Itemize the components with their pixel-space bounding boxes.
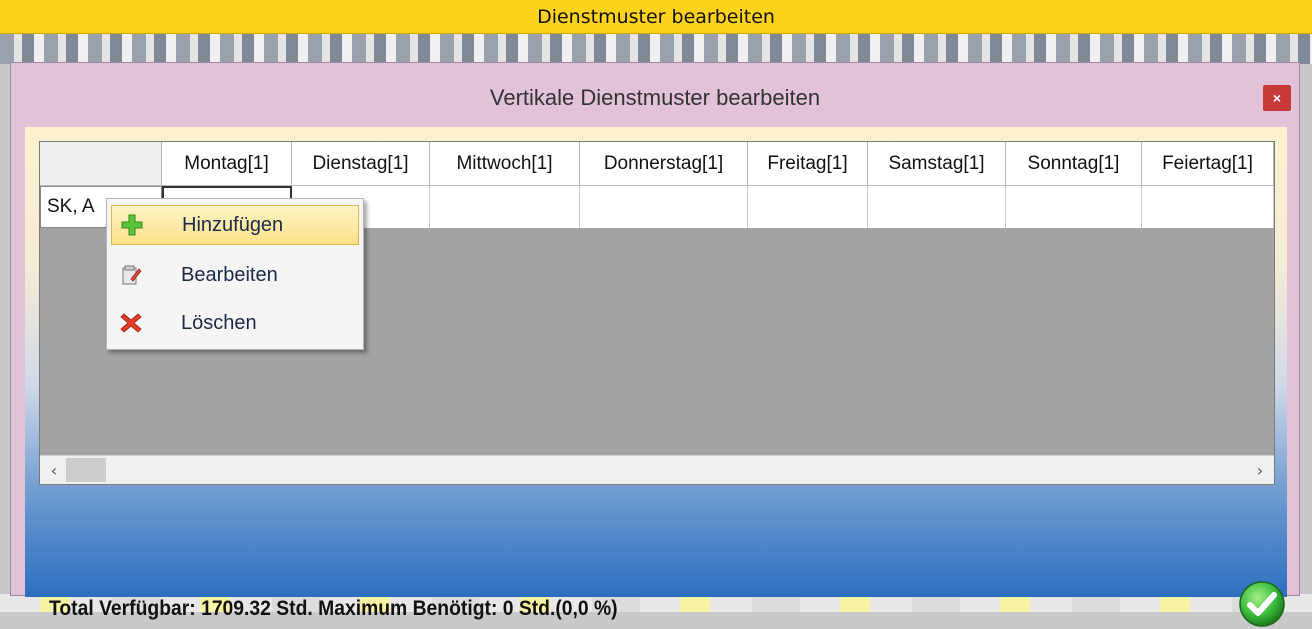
menu-item-edit[interactable]: Bearbeiten (111, 255, 359, 295)
menu-item-add[interactable]: Hinzufügen (111, 205, 359, 245)
delete-icon (111, 312, 151, 334)
context-menu: Hinzufügen Bearbeiten Löschen (106, 198, 364, 350)
background-schedule-strip (0, 34, 1312, 64)
grid-cell-thursday[interactable] (580, 186, 748, 228)
menu-item-add-label: Hinzufügen (182, 213, 284, 236)
horizontal-scrollbar[interactable]: ‹ › (40, 455, 1274, 484)
scroll-left-arrow-icon[interactable]: ‹ (42, 456, 66, 484)
menu-item-delete-label: Löschen (181, 311, 257, 334)
column-header-tuesday[interactable]: Dienstag[1] (292, 142, 430, 186)
grid-corner-cell (40, 142, 162, 186)
close-button[interactable]: × (1263, 85, 1291, 111)
grid-cell-wednesday[interactable] (430, 186, 580, 228)
column-header-monday[interactable]: Montag[1] (162, 142, 292, 186)
column-header-thursday[interactable]: Donnerstag[1] (580, 142, 748, 186)
grid-cell-sunday[interactable] (1006, 186, 1142, 228)
column-header-friday[interactable]: Freitag[1] (748, 142, 868, 186)
column-header-wednesday[interactable]: Mittwoch[1] (430, 142, 580, 186)
edit-icon (111, 264, 151, 286)
window-title: Dienstmuster bearbeiten (0, 0, 1312, 34)
column-header-saturday[interactable]: Samstag[1] (868, 142, 1006, 186)
grid-cell-saturday[interactable] (868, 186, 1006, 228)
scrollbar-thumb[interactable] (66, 458, 106, 482)
confirm-check-icon[interactable] (1237, 579, 1287, 629)
dialog-title: Vertikale Dienstmuster bearbeiten (489, 85, 821, 110)
grid-header-row: Montag[1] Dienstag[1] Mittwoch[1] Donner… (40, 142, 1274, 186)
availability-status: Total Verfügbar: 1709.32 Std. Maximum Be… (49, 597, 618, 620)
column-header-holiday[interactable]: Feiertag[1] (1142, 142, 1274, 186)
window-title-text: Dienstmuster bearbeiten (537, 5, 775, 28)
column-header-sunday[interactable]: Sonntag[1] (1006, 142, 1142, 186)
scroll-right-arrow-icon[interactable]: › (1248, 456, 1272, 484)
menu-item-delete[interactable]: Löschen (111, 303, 359, 343)
plus-icon (112, 214, 152, 236)
grid-cell-holiday[interactable] (1142, 186, 1274, 228)
grid-cell-friday[interactable] (748, 186, 868, 228)
menu-item-edit-label: Bearbeiten (181, 263, 278, 286)
